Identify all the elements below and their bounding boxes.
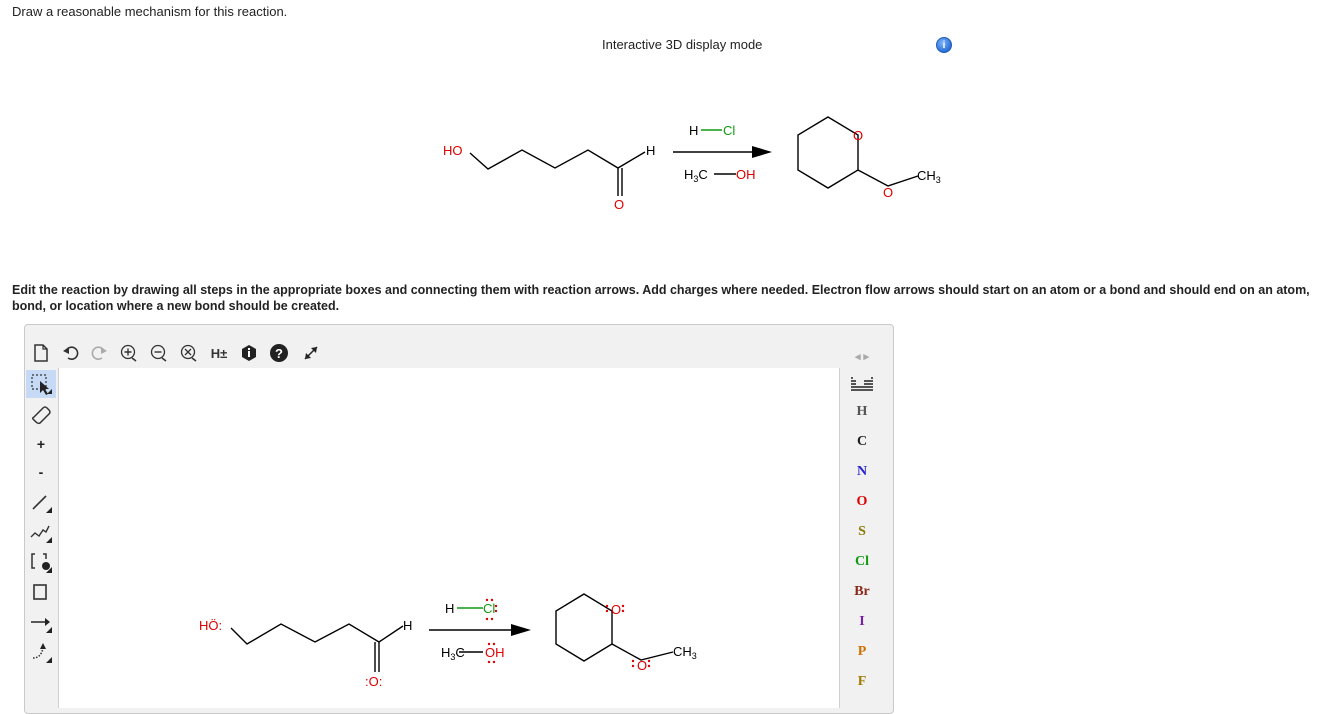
- delete-charge-icon[interactable]: [178, 342, 200, 364]
- info-hexagon-icon[interactable]: [238, 342, 260, 364]
- palette-nav-arrows[interactable]: ◂ ▸: [842, 342, 882, 370]
- element-i-button[interactable]: I: [842, 608, 882, 636]
- undo-icon[interactable]: [60, 342, 82, 364]
- canvas-reagent-h3c-c: C: [455, 645, 464, 660]
- reactant-carbonyl-o-label: O: [614, 197, 624, 212]
- new-document-icon[interactable]: [30, 342, 52, 364]
- element-p-button[interactable]: P: [842, 638, 882, 666]
- reagent-oh-label: OH: [736, 167, 756, 182]
- element-palette: ◂ ▸ H C N O S Cl Br I P F: [842, 340, 882, 700]
- product-ether-o-label: O: [883, 185, 893, 200]
- canvas-reaction-scheme: HÖ: H :O: H Cl H3C OH O O CH3: [199, 593, 697, 689]
- add-positive-charge-icon[interactable]: [118, 342, 140, 364]
- reagent-h3c-c: C: [698, 167, 707, 182]
- help-icon[interactable]: ?: [268, 342, 290, 364]
- canvas-hydroxyl-text: HÖ:: [199, 618, 222, 633]
- element-f-button[interactable]: F: [842, 668, 882, 696]
- element-n-button[interactable]: N: [842, 458, 882, 486]
- product-ring-o-label: O: [853, 128, 863, 143]
- product-methyl-subscript: 3: [936, 175, 941, 185]
- reagent-h-label: H: [689, 123, 698, 138]
- h-toggle-button[interactable]: H±: [208, 342, 230, 364]
- canvas-reactant-aldehyde-h-label: H: [403, 618, 412, 633]
- drawing-canvas[interactable]: HÖ: H :O: H Cl H3C OH O O CH3: [58, 368, 840, 708]
- lone-pair-dots: [485, 598, 651, 668]
- element-o-button[interactable]: O: [842, 488, 882, 516]
- periodic-table-icon[interactable]: [842, 370, 882, 398]
- canvas-reagent-h3c-h: H: [441, 645, 450, 660]
- reagent-h3c-h: H: [684, 167, 693, 182]
- select-lasso-icon[interactable]: [26, 370, 56, 398]
- canvas-reactant-carbonyl-o-label: :O:: [365, 674, 382, 689]
- redo-icon[interactable]: [88, 342, 110, 364]
- rectangle-tool[interactable]: [26, 578, 56, 606]
- element-h-button[interactable]: H: [842, 398, 882, 426]
- element-c-button[interactable]: C: [842, 428, 882, 456]
- reagent-cl-label: Cl: [723, 123, 735, 138]
- canvas-reagent-methanol-label: H3C: [441, 645, 465, 662]
- editor-toolbar: H± ?: [24, 338, 884, 368]
- reaction-arrow-tool[interactable]: [26, 608, 56, 636]
- canvas-product-methyl-subscript: 3: [692, 651, 697, 661]
- element-cl-button[interactable]: Cl: [842, 548, 882, 576]
- single-bond-tool[interactable]: [26, 488, 56, 516]
- instructions-text: Edit the reaction by drawing all steps i…: [12, 283, 1310, 313]
- element-br-button[interactable]: Br: [842, 578, 882, 606]
- product-methyl-ch: CH: [917, 168, 936, 183]
- element-s-button[interactable]: S: [842, 518, 882, 546]
- reagent-methanol-label: H3C: [684, 167, 708, 184]
- chain-tool[interactable]: [26, 518, 56, 546]
- product-methyl-label: CH3: [917, 168, 941, 185]
- canvas-product-ring-o-label: O: [611, 602, 621, 617]
- eraser-icon[interactable]: [26, 400, 56, 428]
- bracket-tool[interactable]: [26, 548, 56, 576]
- minus-charge-tool[interactable]: -: [26, 458, 56, 486]
- reactant-aldehyde-h-label: H: [646, 143, 655, 158]
- canvas-reagent-cl-label: Cl: [483, 601, 495, 616]
- add-negative-charge-icon[interactable]: [148, 342, 170, 364]
- canvas-reactant-hydroxyl-label: HÖ:: [199, 618, 222, 633]
- curved-arrow-tool[interactable]: [26, 638, 56, 666]
- plus-charge-tool[interactable]: +: [26, 430, 56, 458]
- help-icon-glyph: ?: [275, 346, 283, 361]
- canvas-product-methyl-ch: CH: [673, 644, 692, 659]
- expand-icon[interactable]: [300, 342, 322, 364]
- canvas-product-methyl-label: CH3: [673, 644, 697, 661]
- canvas-reagent-h-label: H: [445, 601, 454, 616]
- reactant-hydroxyl-label: HO: [443, 143, 463, 158]
- canvas-reagent-oh-label: OH: [485, 645, 505, 660]
- canvas-product-ether-o-label: O: [637, 658, 647, 673]
- reaction-scheme: HO H O H Cl H3C OH O O CH3: [443, 116, 941, 212]
